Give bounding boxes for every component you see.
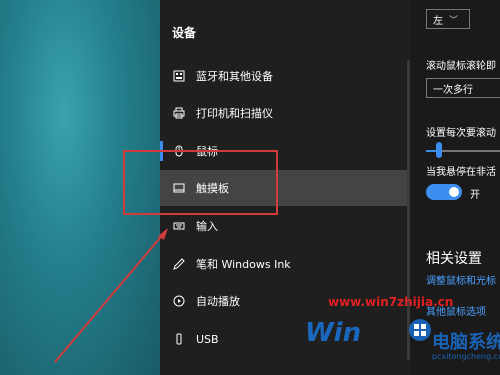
- watermark-url: www.win7zhijia.cn: [328, 295, 454, 309]
- watermark-brand-cn: 电脑系统城: [432, 332, 500, 353]
- watermark-brand: Win: [305, 318, 362, 348]
- windows-logo-icon: [409, 319, 431, 341]
- watermark-domain: pcxitongcheng.com: [432, 352, 500, 361]
